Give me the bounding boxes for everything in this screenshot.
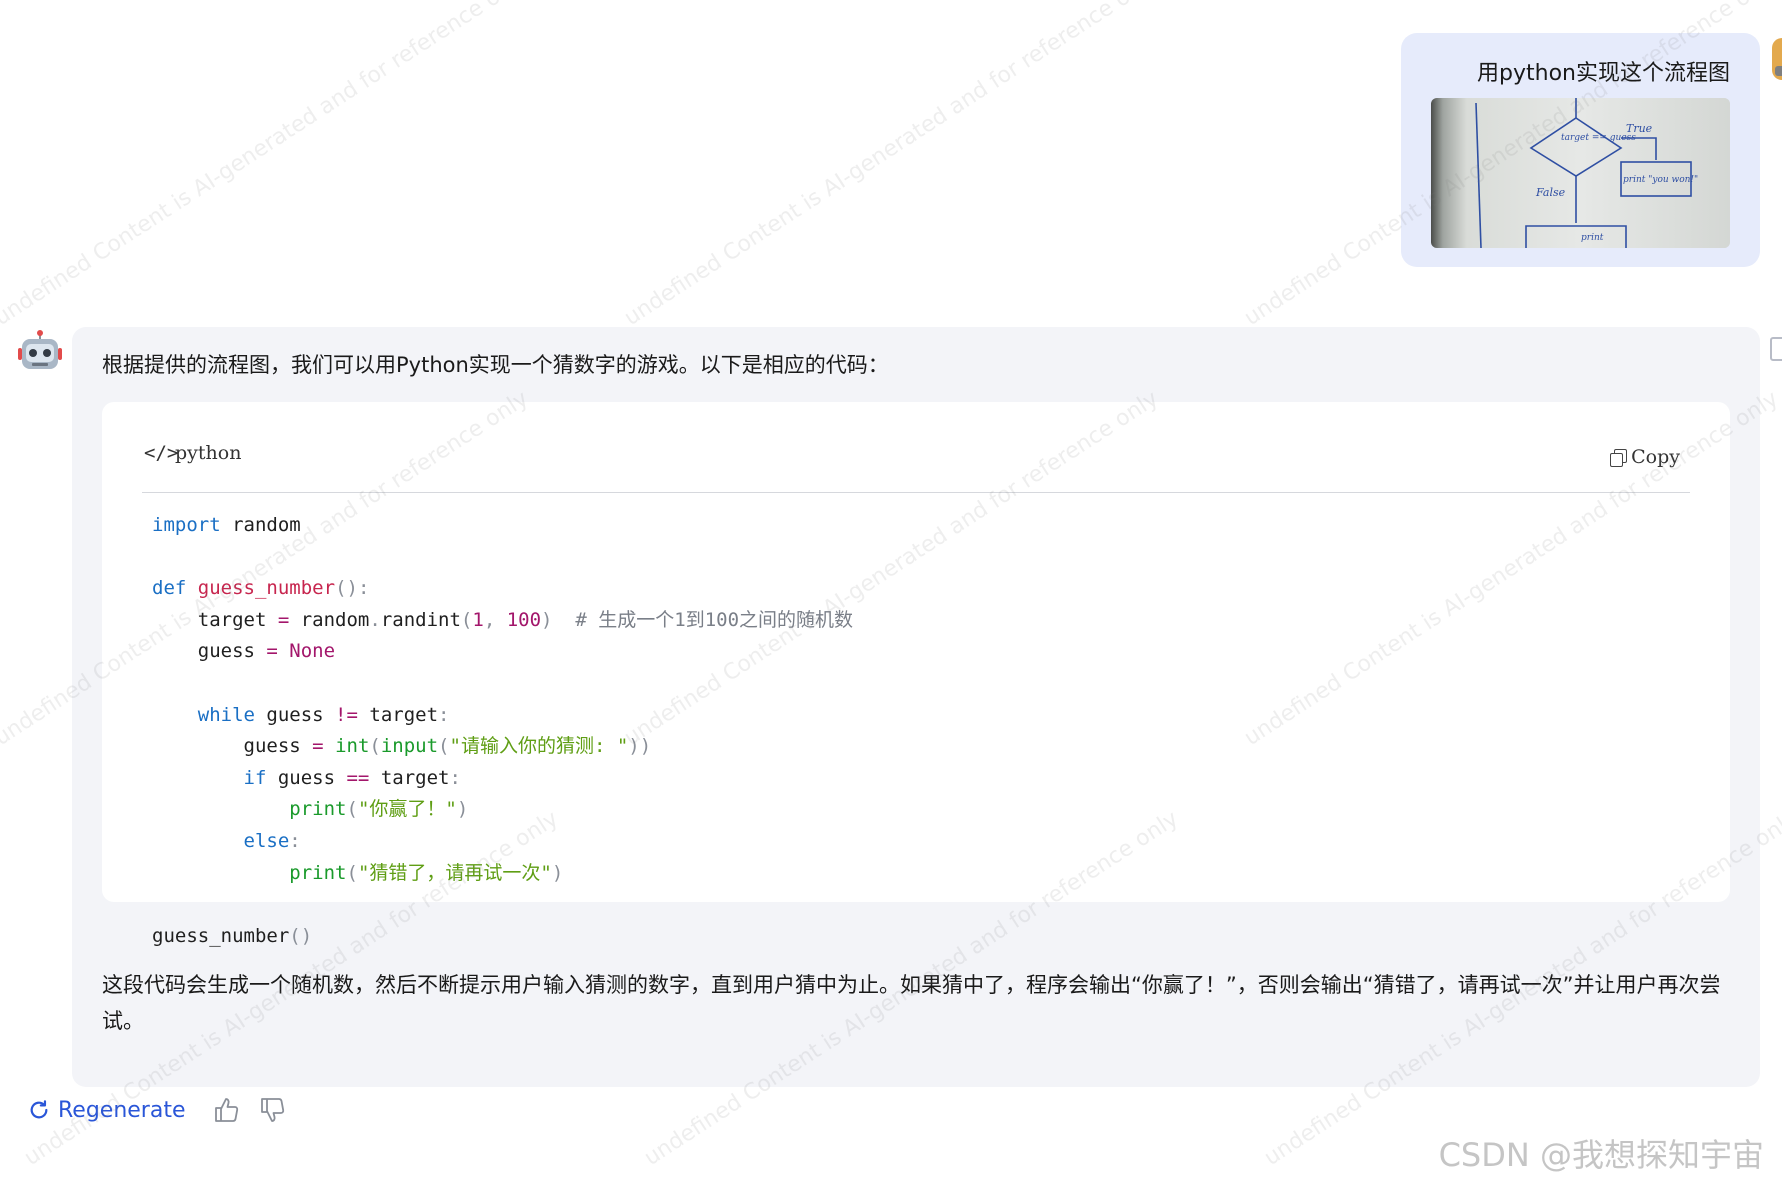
- user-avatar: [1772, 38, 1782, 80]
- assistant-outro-text: 这段代码会生成一个随机数，然后不断提示用户输入猜测的数字，直到用户猜中为止。如果…: [102, 973, 1721, 1033]
- watermark-text: undefined Content is AI-generated and fo…: [0, 0, 533, 331]
- flowchart-decision-label: target == guess: [1561, 133, 1636, 143]
- watermark-text: undefined Content is AI-generated and fo…: [620, 0, 1163, 331]
- code-block: </> python Copy import random def guess_…: [102, 402, 1730, 947]
- regenerate-button[interactable]: Regenerate: [28, 1098, 186, 1123]
- copy-button-label: Copy: [1631, 446, 1680, 468]
- code-content: import random def guess_number(): target…: [152, 514, 854, 947]
- user-message-bubble: 用python实现这个流程图 target == guess True Fals…: [1401, 33, 1760, 267]
- assistant-intro-text: 根据提供的流程图，我们可以用Python实现一个猜数字的游戏。以下是相应的代码：: [102, 353, 889, 377]
- flowchart-print-win-label: print "you won!": [1623, 175, 1698, 185]
- regenerate-icon: [30, 1100, 48, 1119]
- site-watermark: CSDN @我想探知宇宙: [1438, 1136, 1764, 1174]
- flowchart-false-label: False: [1535, 186, 1566, 199]
- copy-icon: [1610, 449, 1628, 467]
- thumbs-up-icon[interactable]: [212, 1096, 240, 1124]
- code-block-header: </> python Copy: [142, 402, 1690, 493]
- assistant-message-card: 根据提供的流程图，我们可以用Python实现一个猜数字的游戏。以下是相应的代码：…: [72, 327, 1760, 1087]
- message-actions: Regenerate: [28, 1090, 286, 1130]
- flowchart-photo: target == guess True False print "you wo…: [1431, 98, 1730, 248]
- copy-code-button[interactable]: Copy: [1610, 446, 1680, 468]
- flowchart-print-bottom-label: print: [1581, 233, 1604, 243]
- thumbs-down-icon[interactable]: [258, 1096, 286, 1124]
- user-uploaded-image[interactable]: target == guess True False print "you wo…: [1431, 98, 1730, 248]
- user-message-text: 用python实现这个流程图: [1477, 61, 1730, 86]
- code-icon: </>: [144, 442, 179, 464]
- robot-icon: [18, 330, 62, 374]
- flowchart-true-label: True: [1626, 122, 1653, 135]
- regenerate-label: Regenerate: [58, 1097, 186, 1123]
- code-language-label: python: [175, 442, 242, 464]
- message-copy-icon[interactable]: [1770, 337, 1782, 361]
